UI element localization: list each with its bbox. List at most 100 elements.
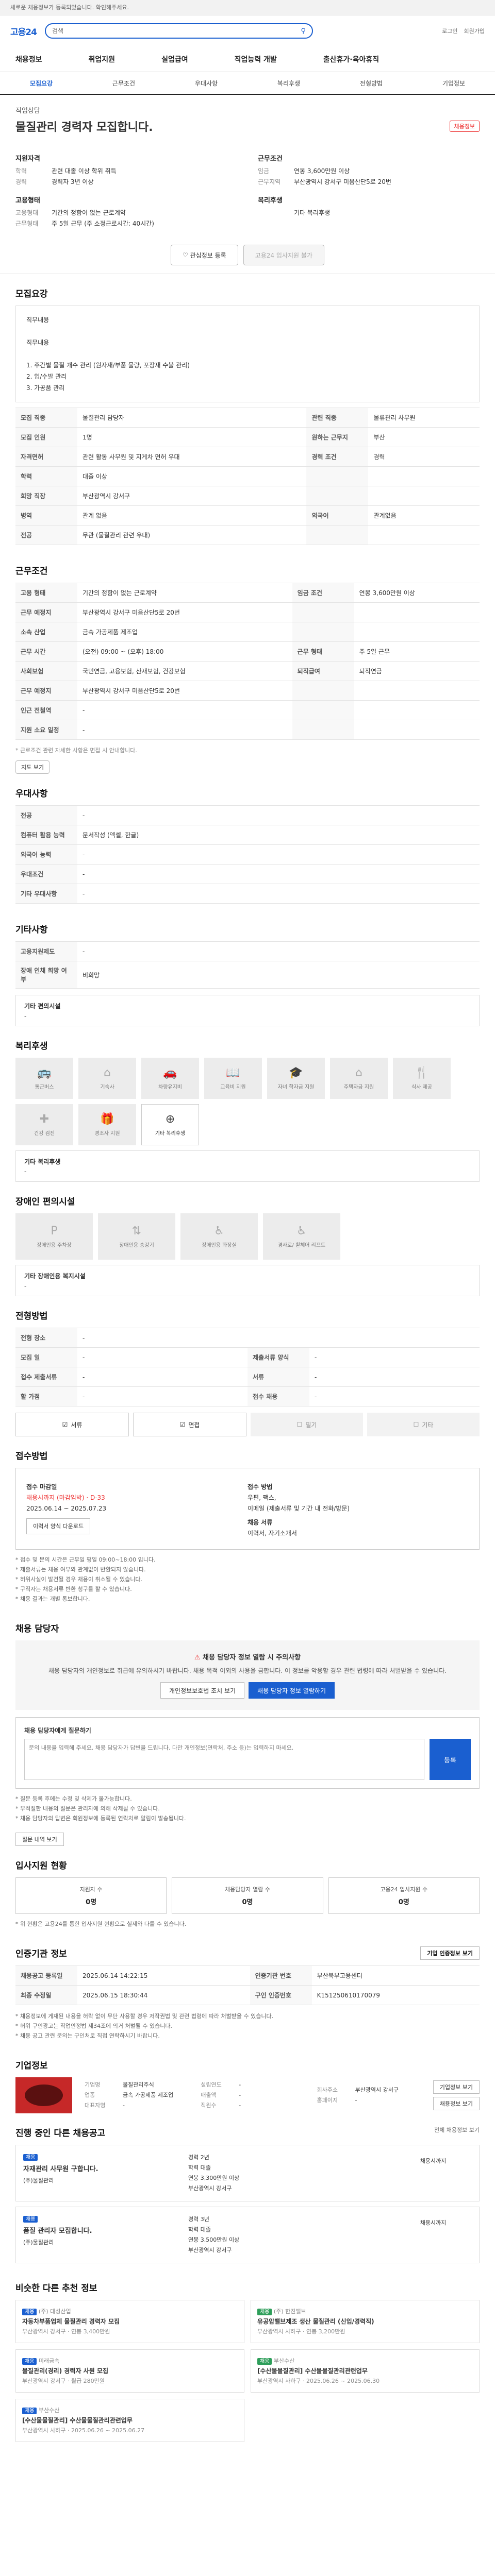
- company-info-button[interactable]: 기업정보 보기: [433, 2080, 480, 2094]
- summary-key: 고용형태: [15, 209, 39, 216]
- summary-row: 기타 복리후생: [258, 208, 480, 218]
- recruit-table: 모집 직종 물질관리 담당자 관련 직종 물류관리 사무원 모집 인원 1명 원하는 근무지…: [15, 408, 480, 545]
- row-key: 병역: [15, 505, 77, 526]
- search-input[interactable]: [52, 27, 297, 35]
- table-row: 고용지원제도 -: [15, 941, 480, 961]
- note-line: * 제출서류는 채용 여부와 관계없이 반환되지 않습니다.: [15, 1566, 146, 1573]
- selection-methods: ☑ 서류 ☑ 면접 ☐ 필기 ☐ 기타: [15, 1413, 480, 1436]
- job-title[interactable]: 자재관리 사무원 구합니다.: [23, 2163, 188, 2173]
- tab-work[interactable]: 근무조건: [82, 72, 165, 94]
- recommend-item[interactable]: 채용 (주) 한진밸브 유공압밸브제조 생산 물질관리 (신입/경력직) 부산광역시…: [251, 2300, 480, 2343]
- recommend-item[interactable]: 채용 (주) 대성산업 자동차부품업체 물질관리 경력자 모집 부산광역시 강서구 …: [15, 2300, 244, 2343]
- job-company: (주)물질관리: [23, 2239, 54, 2246]
- company-jobs-button[interactable]: 채용정보 보기: [433, 2097, 480, 2110]
- tab-benefit[interactable]: 복리후생: [248, 72, 330, 94]
- row-value: -: [77, 844, 480, 865]
- box-text: -: [24, 1282, 27, 1290]
- question-history-button[interactable]: 질문 내역 보기: [15, 1833, 64, 1846]
- recommend-item[interactable]: 채용 미래금속 물질관리(경리) 경력자 사원 모집 부산광역시 강서구 · 월급 …: [15, 2349, 244, 2393]
- nav-jobs[interactable]: 채용정보: [15, 54, 42, 64]
- health-icon: ✚: [39, 1113, 50, 1126]
- job-info-line: 경력 3년: [188, 2216, 209, 2223]
- recommend-item[interactable]: 채용 부산수산 [수산물물질관리] 수산물물질관리관련업무 부산광역시 사하구 · …: [15, 2399, 244, 2442]
- table-row: 소속 산업 금속 가공제품 제조업: [15, 622, 480, 642]
- row-value: -: [77, 1328, 480, 1348]
- summary-value: 주 5일 근무 (주 소정근로시간: 40시간): [52, 220, 154, 227]
- summary-value: 경력자 3년 이상: [52, 178, 94, 185]
- table-row: 장애 인채 희망 여부 비희망: [15, 961, 480, 989]
- map-button[interactable]: 지도 보기: [15, 760, 50, 774]
- others-section: 진행 중인 다른 채용공고 전체 채용정보 보기 채용 자재관리 사무원 구합니다…: [0, 2113, 495, 2263]
- recommend-company: 부산수산: [272, 2358, 295, 2364]
- nav-benefit[interactable]: 실업급여: [161, 54, 188, 64]
- cert-button[interactable]: 기업 인증정보 보기: [420, 1946, 480, 1960]
- recommend-title[interactable]: [수산물물질관리] 수산물물질관리관련업무: [22, 2416, 238, 2426]
- summary-col-left: 지원자격 학력 관련 대졸 이상 학위 취득 경력 경력자 3년 이상 고용형태 고…: [15, 146, 237, 229]
- tab-recruit[interactable]: 모집요강: [0, 72, 82, 94]
- status-value: 0명: [86, 1899, 97, 1906]
- company-value: 금속 가공제품 제조업: [123, 2092, 174, 2098]
- view-contact-button[interactable]: 채용 담당자 정보 열람하기: [249, 1682, 335, 1699]
- job-description: 직무내용 직무내용 1. 주간별 물질 개수 관리 (원자재/부품 물량, 포장…: [15, 306, 480, 402]
- company-row: 매출액 -: [201, 2090, 304, 2100]
- company-row: 기업명 물질관리주식: [85, 2080, 188, 2090]
- row-key: 최종 수정일: [15, 1985, 77, 2005]
- table-row: 학력 대졸 이상: [15, 466, 480, 486]
- nav-training[interactable]: 직업능력 개발: [235, 54, 277, 64]
- question-submit-button[interactable]: 등록: [430, 1739, 471, 1780]
- benefit-label: 경조사 지원: [94, 1131, 120, 1137]
- join-link[interactable]: 회원가입: [464, 27, 485, 35]
- disabled-section: 기타사항 고용지원제도 - 장애 인채 희망 여부 비희망 기타 편의시설 -: [0, 910, 495, 1026]
- company-value: -: [239, 2092, 241, 2098]
- recommend-item[interactable]: 채용 부산수산 [수산물물질관리] 수산물물질관리관련업무 부산광역시 사하구 · …: [251, 2349, 480, 2393]
- job-list-item[interactable]: 채용 품질 관리자 모집합니다. (주)물질관리 경력 3년 학력 대졸 연봉 3,500…: [15, 2207, 480, 2263]
- job-title[interactable]: 품질 관리자 모집합니다.: [23, 2225, 188, 2235]
- resume-download-button[interactable]: 이력서 양식 다운로드: [26, 1518, 91, 1534]
- search-icon[interactable]: ⚲: [301, 27, 306, 35]
- company-key: 회사주소: [317, 2087, 338, 2093]
- summary-head: 근무조건: [258, 155, 283, 163]
- note-line: * 허위사실이 발견될 경우 채용이 취소될 수 있습니다.: [15, 1576, 142, 1583]
- disabled-table: 고용지원제도 - 장애 인채 희망 여부 비희망: [15, 941, 480, 989]
- recommend-title[interactable]: 유공압밸브제조 생산 물질관리 (신입/경력직): [257, 2317, 473, 2327]
- car-icon: 🚗: [163, 1066, 177, 1079]
- row-key: 할 가점: [15, 1386, 77, 1406]
- recommend-title[interactable]: [수산물물질관리] 수산물물질관리관련업무: [257, 2366, 473, 2376]
- deadline-value: 채용시까지 (마감임박) · D-33: [26, 1494, 105, 1501]
- row-value: -: [309, 1386, 480, 1406]
- table-row: 사회보험 국민연금, 고용보험, 산재보험, 건강보험 퇴직급여 퇴직연금: [15, 661, 480, 681]
- company-row: 회사주소 부산광역시 강서구: [317, 2085, 421, 2095]
- question-row: 등록: [24, 1739, 471, 1780]
- nav-support[interactable]: 취업지원: [89, 54, 116, 64]
- recommend-title[interactable]: 자동차부품업체 물질관리 경력자 모집: [22, 2317, 238, 2327]
- login-link[interactable]: 로그인: [442, 27, 457, 35]
- recommend-title[interactable]: 물질관리(경리) 경력자 사원 모집: [22, 2366, 238, 2376]
- summary-value: 부산광역시 강서구 미음산단5로 20번: [294, 178, 391, 185]
- nav-leave[interactable]: 출산휴가·육아휴직: [323, 54, 379, 64]
- row-key: 전공: [15, 525, 77, 545]
- recommend-meta: 부산광역시 강서구 · 월급 280만원: [22, 2378, 105, 2384]
- table-row: 지원 소요 일정 -: [15, 720, 480, 740]
- table-row: 근무 예정지 부산광역시 강서구 미음산단5로 20번: [15, 681, 480, 701]
- gift-icon: 🎁: [100, 1113, 114, 1126]
- tab-prefer[interactable]: 우대사항: [165, 72, 248, 94]
- table-row: 최종 수정일 2025.06.15 18:30:44 구인 인증번호 K1512506…: [15, 1985, 480, 2005]
- table-row: 전공 -: [15, 805, 480, 825]
- status-value: 0명: [242, 1899, 253, 1906]
- search-box[interactable]: ⚲: [44, 23, 313, 39]
- more-link[interactable]: 전체 채용정보 보기: [434, 2126, 480, 2134]
- box-head: 기타 장애인용 복지시설: [24, 1273, 86, 1280]
- site-logo[interactable]: 고용24: [10, 25, 37, 38]
- recommend-company: 부산수산: [37, 2407, 60, 2414]
- tab-selection[interactable]: 전형방법: [330, 72, 412, 94]
- book-icon: 📖: [226, 1066, 240, 1079]
- tab-company[interactable]: 기업정보: [412, 72, 495, 94]
- company-row: 설립연도 -: [201, 2080, 304, 2090]
- job-list-item[interactable]: 채용 자재관리 사무원 구합니다. (주)물질관리 경력 2년 학력 대졸 연봉 3,30…: [15, 2145, 480, 2201]
- apply-button[interactable]: 고용24 입사지원 불가: [243, 245, 324, 265]
- interest-button[interactable]: ♡ 관심정보 등록: [171, 245, 238, 265]
- table-row: 근무 시간 (오전) 09:00 ~ (오후) 18:00 근무 형태 주 5일 근무: [15, 641, 480, 662]
- question-input[interactable]: [24, 1739, 424, 1780]
- row-key: 외국어: [306, 505, 369, 526]
- privacy-button[interactable]: 개인정보보호법 조치 보기: [160, 1682, 245, 1699]
